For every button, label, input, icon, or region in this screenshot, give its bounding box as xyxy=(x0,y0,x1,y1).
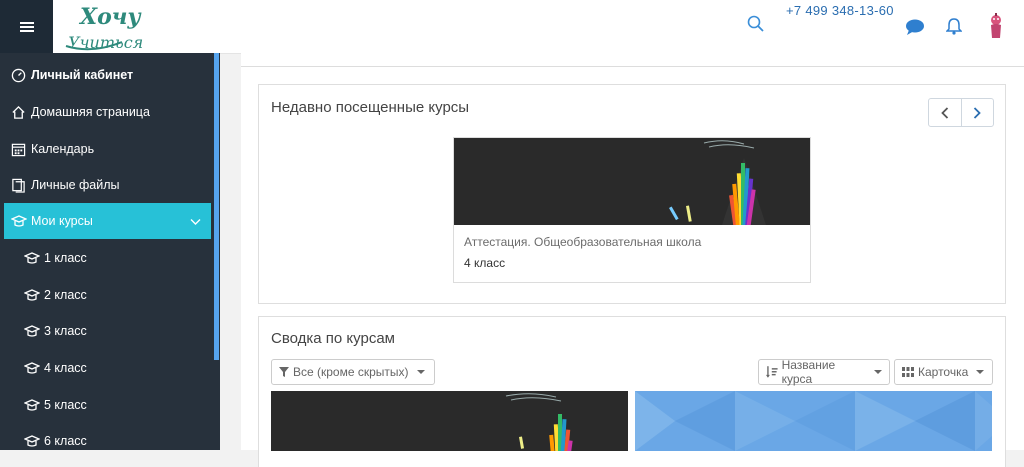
main-content: Недавно посещенные курсы Аттестация. Общ… xyxy=(241,53,1024,467)
sidebar-item-grade-1[interactable]: 1 класс xyxy=(0,240,214,276)
sidebar-item-label: 6 класс xyxy=(44,434,87,448)
sidebar-item-dashboard[interactable]: Личный кабинет xyxy=(0,57,214,93)
course-image[interactable] xyxy=(454,138,810,225)
caret-down-icon xyxy=(976,370,985,374)
sidebar-item-grade-5[interactable]: 5 класс xyxy=(0,387,214,423)
dashboard-icon xyxy=(11,67,27,83)
sidebar-scrollbar[interactable] xyxy=(214,53,219,360)
sidebar: Личный кабинет Домашняя страница Календа… xyxy=(0,53,220,450)
grid-icon xyxy=(902,367,914,377)
menu-toggle-button[interactable] xyxy=(0,0,53,53)
home-icon xyxy=(11,104,27,120)
sidebar-item-label: Календарь xyxy=(31,142,95,156)
chevron-down-icon[interactable] xyxy=(190,215,201,229)
filter-icon xyxy=(279,367,289,377)
files-icon xyxy=(11,177,27,193)
graduation-cap-icon xyxy=(24,433,40,449)
sidebar-item-home[interactable]: Домашняя страница xyxy=(0,94,214,130)
course-card-image[interactable] xyxy=(635,391,992,451)
graduation-cap-icon xyxy=(24,250,40,266)
recent-courses-block: Недавно посещенные курсы Аттестация. Общ… xyxy=(258,84,1006,304)
recent-courses-title: Недавно посещенные курсы xyxy=(271,99,470,116)
prev-button[interactable] xyxy=(929,99,961,126)
svg-text:Хочу: Хочу xyxy=(78,4,142,30)
svg-text:Учиться: Учиться xyxy=(68,33,143,52)
sidebar-item-label: Мои курсы xyxy=(31,214,93,228)
search-icon[interactable] xyxy=(747,15,765,38)
sidebar-item-label: Домашняя страница xyxy=(31,105,150,119)
course-overview-block: Сводка по курсам Все (кроме скрытых) Наз… xyxy=(258,316,1006,467)
course-name[interactable]: 4 класс xyxy=(464,256,505,270)
sidebar-item-grade-6[interactable]: 6 класс xyxy=(0,423,214,459)
menu-icon xyxy=(19,21,34,32)
calendar-icon xyxy=(11,141,27,157)
caret-down-icon xyxy=(874,370,882,374)
filter-label: Все (кроме скрытых) xyxy=(293,365,409,379)
chevron-left-icon xyxy=(940,106,948,119)
graduation-cap-icon xyxy=(24,323,40,339)
sort-label: Название курса xyxy=(781,358,836,386)
sort-icon xyxy=(766,366,778,378)
sidebar-item-label: 2 класс xyxy=(44,288,87,302)
sidebar-item-label: 1 класс xyxy=(44,251,87,265)
sidebar-item-calendar[interactable]: Календарь xyxy=(0,131,214,167)
bell-icon[interactable] xyxy=(945,17,963,40)
sort-dropdown[interactable]: Название курса xyxy=(758,358,890,386)
course-category: Аттестация. Общеобразовательная школа xyxy=(464,235,702,249)
sidebar-item-grade-3[interactable]: 3 класс xyxy=(0,313,214,349)
course-card[interactable]: Аттестация. Общеобразовательная школа 4 … xyxy=(453,137,811,283)
graduation-cap-icon xyxy=(24,360,40,376)
caret-down-icon xyxy=(416,370,425,374)
chat-icon[interactable] xyxy=(905,18,925,41)
site-logo[interactable]: Хочу Учиться xyxy=(62,2,172,52)
sidebar-item-label: Личный кабинет xyxy=(31,68,134,82)
sidebar-item-grade-2[interactable]: 2 класс xyxy=(0,277,214,313)
page-header-strip xyxy=(241,53,1024,67)
graduation-cap-icon xyxy=(24,287,40,303)
phone-number[interactable]: +7 499 348-13-60 xyxy=(786,3,894,18)
course-card-image[interactable] xyxy=(271,391,628,451)
view-dropdown[interactable]: Карточка xyxy=(894,359,993,385)
chevron-right-icon xyxy=(974,106,982,119)
next-button[interactable] xyxy=(960,99,994,126)
sidebar-item-my-courses[interactable]: Мои курсы xyxy=(4,203,211,239)
graduation-cap-icon xyxy=(11,213,27,229)
sidebar-item-label: Личные файлы xyxy=(31,178,120,192)
filter-dropdown[interactable]: Все (кроме скрытых) xyxy=(271,359,435,385)
avatar[interactable] xyxy=(984,12,1008,47)
sidebar-item-label: 3 класс xyxy=(44,324,87,338)
graduation-cap-icon xyxy=(24,397,40,413)
sidebar-item-files[interactable]: Личные файлы xyxy=(0,167,214,203)
sidebar-item-label: 4 класс xyxy=(44,361,87,375)
course-overview-title: Сводка по курсам xyxy=(271,330,395,347)
sidebar-item-label: 5 класс xyxy=(44,398,87,412)
view-label: Карточка xyxy=(918,365,969,379)
sidebar-item-grade-4[interactable]: 4 класс xyxy=(0,350,214,386)
top-navbar: Хочу Учиться +7 499 348-13-60 xyxy=(0,0,1024,54)
carousel-nav xyxy=(928,98,994,127)
